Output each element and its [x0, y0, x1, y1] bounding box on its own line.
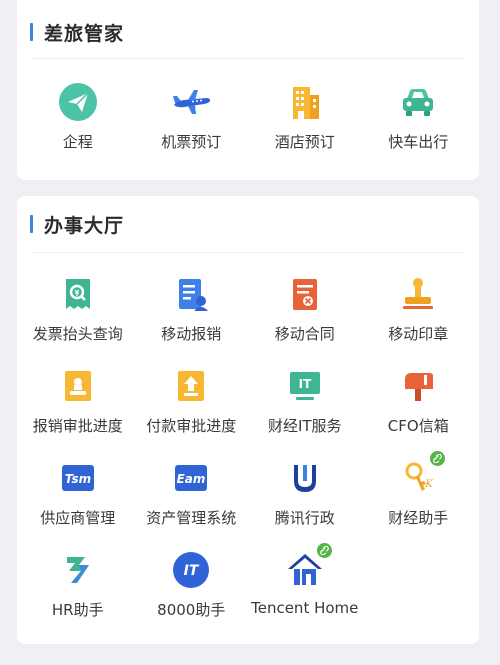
app-label: 发票抬头查询: [32, 325, 123, 343]
link-badge-icon: [316, 543, 332, 558]
app-label: 财经IT服务: [267, 417, 342, 435]
travel-section-title: 差旅管家: [44, 22, 125, 45]
tsm-icon-text: Tsm: [65, 472, 91, 486]
app-item-mobile-expense[interactable]: 移动报销: [135, 253, 249, 345]
hr-assistant-icon: [57, 549, 99, 591]
app-item-tencent-administration[interactable]: 腾讯行政: [248, 437, 362, 529]
app-item-flight-booking[interactable]: 机票预订: [135, 59, 249, 163]
travel-card-header: 差旅管家: [17, 6, 479, 58]
app-label: 腾讯行政: [274, 509, 335, 527]
app-label: 资产管理系统: [146, 509, 237, 527]
tencent-admin-icon: [284, 457, 326, 499]
invoice-search-icon: [57, 273, 99, 315]
app-label: 报销审批进度: [32, 417, 123, 435]
app-label: 酒店预订: [274, 133, 335, 151]
service-hall-section-title: 办事大厅: [44, 214, 125, 237]
car-icon: [397, 81, 439, 123]
app-item-finance-assistant[interactable]: K 财经助手: [362, 437, 476, 529]
app-item-asset-management[interactable]: Eam 资产管理系统: [135, 437, 249, 529]
travel-grid: 企程 机票预订 酒店预订 快车出行: [17, 59, 479, 163]
finance-assistant-icon: K: [397, 451, 446, 499]
app-item-hr-assistant[interactable]: HR助手: [21, 529, 135, 621]
travel-card: 差旅管家 企程 机票预订 酒店预订 快车出行: [17, 0, 479, 180]
app-label: 机票预订: [161, 133, 222, 151]
svg-text:IT: IT: [298, 377, 311, 391]
app-item-mobile-contract[interactable]: 移动合同: [248, 253, 362, 345]
eam-icon-text: Eam: [177, 472, 206, 486]
app-label: HR助手: [51, 601, 104, 619]
paper-plane-icon: [57, 81, 99, 123]
service-hall-card-header: 办事大厅: [17, 196, 479, 252]
app-label: 供应商管理: [40, 509, 116, 527]
it-8000-icon-text: IT: [184, 563, 200, 579]
app-item-express-car[interactable]: 快车出行: [362, 59, 476, 163]
app-label: 财经助手: [388, 509, 449, 527]
app-label: 8000助手: [157, 601, 226, 619]
app-item-cfo-mailbox[interactable]: CFO信箱: [362, 345, 476, 437]
app-label: 移动报销: [161, 325, 222, 343]
app-label: 企程: [62, 133, 93, 151]
app-item-invoice-title-query[interactable]: 发票抬头查询: [21, 253, 135, 345]
link-badge-icon: [430, 451, 446, 466]
tencent-home-icon: [284, 543, 332, 591]
expense-approval-icon: [57, 365, 99, 407]
airplane-icon: [170, 81, 212, 123]
app-label: 付款审批进度: [146, 417, 237, 435]
app-label: 快车出行: [388, 133, 449, 151]
section-accent-bar: [30, 215, 33, 233]
app-label: 移动合同: [274, 325, 335, 343]
app-item-qicheng[interactable]: 企程: [21, 59, 135, 163]
app-item-8000-assistant[interactable]: IT 8000助手: [135, 529, 249, 621]
contract-icon: [284, 273, 326, 315]
mailbox-icon: [397, 365, 439, 407]
app-item-finance-it-service[interactable]: IT 财经IT服务: [248, 345, 362, 437]
it-8000-icon: IT: [170, 549, 212, 591]
svg-text:K: K: [425, 479, 434, 490]
app-item-mobile-seal[interactable]: 移动印章: [362, 253, 476, 345]
app-label: 移动印章: [388, 325, 449, 343]
expense-report-icon: [170, 273, 212, 315]
section-accent-bar: [30, 23, 33, 41]
eam-icon: Eam: [170, 457, 212, 499]
service-hall-grid: 发票抬头查询 移动报销 移动合同 移动印章 报销审批进度 付款审批进度 IT 财…: [17, 253, 479, 621]
service-hall-card: 办事大厅 发票抬头查询 移动报销 移动合同 移动印章 报销审批进度 付款审批进度…: [17, 196, 479, 644]
app-item-payment-approval-progress[interactable]: 付款审批进度: [135, 345, 249, 437]
payment-approval-icon: [170, 365, 212, 407]
app-label: CFO信箱: [387, 417, 449, 435]
app-item-expense-approval-progress[interactable]: 报销审批进度: [21, 345, 135, 437]
stamp-icon: [397, 273, 439, 315]
tsm-icon: Tsm: [57, 457, 99, 499]
app-item-supplier-management[interactable]: Tsm 供应商管理: [21, 437, 135, 529]
app-item-tencent-home[interactable]: Tencent Home: [248, 529, 362, 621]
app-label: Tencent Home: [251, 599, 359, 617]
hotel-building-icon: [284, 81, 326, 123]
it-monitor-icon: IT: [284, 365, 326, 407]
app-item-hotel-booking[interactable]: 酒店预订: [248, 59, 362, 163]
